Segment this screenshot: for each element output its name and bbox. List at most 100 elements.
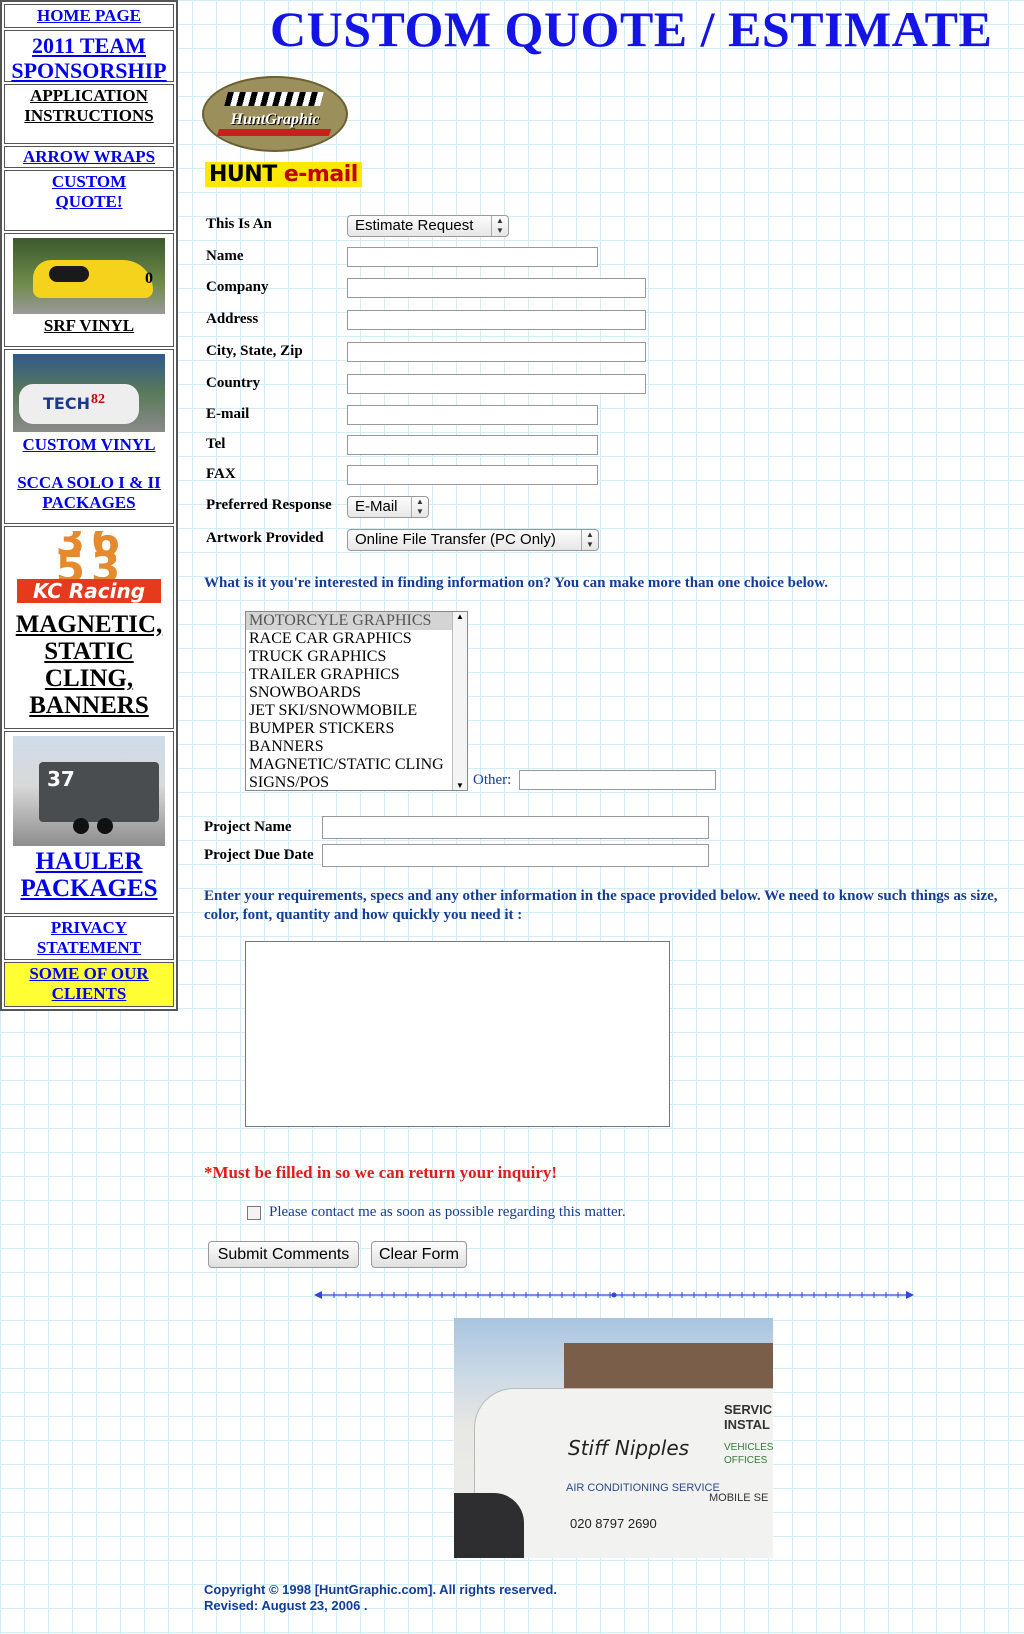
required-note: *Must be filled in so we can return your… xyxy=(204,1163,558,1182)
artwork-select[interactable]: Online File Transfer (PC Only) ▲ ▼ xyxy=(347,529,599,551)
car-cockpit xyxy=(49,266,89,282)
sidebar-item-clients[interactable]: SOME OF OUR CLIENTS xyxy=(4,962,174,1007)
artwork-label: Artwork Provided xyxy=(206,530,324,546)
car-sponsor-text: TECH xyxy=(43,394,90,413)
country-input[interactable] xyxy=(347,374,646,394)
sidebar-item-magnetic[interactable]: 36 53 KC Racing MAGNETIC, STATIC CLING, … xyxy=(4,526,174,729)
client-van-photo[interactable]: Stiff Nipples AIR CONDITIONING SERVICE 0… xyxy=(454,1318,773,1558)
sidebar-item-home[interactable]: HOME PAGE xyxy=(4,4,174,28)
request-type-select[interactable]: Estimate Request ▲ ▼ xyxy=(347,215,509,237)
project-due-label: Project Due Date xyxy=(204,847,314,863)
tel-input[interactable] xyxy=(347,435,598,455)
hauler-photo[interactable]: 37 xyxy=(13,736,165,846)
select-arrows-icon: ▲ ▼ xyxy=(411,497,428,517)
list-option[interactable]: BUMPER STICKERS xyxy=(246,720,467,738)
clear-form-button[interactable]: Clear Form xyxy=(371,1241,467,1268)
name-label: Name xyxy=(206,248,244,264)
requirements-instructions: Enter your requirements, specs and any o… xyxy=(204,888,998,923)
sidebar-item-sponsorship[interactable]: 2011 TEAM SPONSORSHIP xyxy=(4,30,174,83)
project-name-input[interactable] xyxy=(322,816,709,839)
scroll-up-icon[interactable]: ▲ xyxy=(453,612,467,621)
email-field-label: E-mail xyxy=(206,406,250,422)
van-side-text-2: VEHICLES OFFICES xyxy=(724,1442,773,1466)
custom-quote-link[interactable]: CUSTOM QUOTE! xyxy=(35,172,143,212)
list-option[interactable]: RACE CAR GRAPHICS xyxy=(246,630,467,648)
listbox-scrollbar[interactable]: ▲ ▼ xyxy=(452,612,467,790)
application-link[interactable]: APPLICATION INSTRUCTIONS xyxy=(5,86,173,126)
email-field[interactable] xyxy=(347,405,598,425)
srf-vinyl-link[interactable]: SRF VINYL xyxy=(5,316,173,336)
request-type-value: Estimate Request xyxy=(355,217,474,234)
contact-checkbox[interactable] xyxy=(247,1205,261,1220)
preferred-response-value: E-Mail xyxy=(355,498,398,515)
privacy-link[interactable]: PRIVACY STATEMENT xyxy=(25,918,153,958)
trailer-number: 37 xyxy=(47,767,75,791)
footer: Copyright © 1998 [HuntGraphic.com]. All … xyxy=(204,1582,557,1614)
country-label: Country xyxy=(206,375,261,391)
contact-me-row[interactable]: Please contact me as soon as possible re… xyxy=(247,1204,626,1221)
list-option[interactable]: TRAILER GRAPHICS xyxy=(246,666,467,684)
name-input[interactable] xyxy=(347,247,598,267)
clients-link[interactable]: SOME OF OUR CLIENTS xyxy=(25,964,153,1004)
sidebar-item-application[interactable]: APPLICATION INSTRUCTIONS xyxy=(4,84,174,144)
scca-link[interactable]: SCCA SOLO I & II PACKAGES xyxy=(5,473,173,513)
arrow-wraps-link[interactable]: ARROW WRAPS xyxy=(5,147,173,167)
hunt-email-link[interactable]: HUNT e-mail xyxy=(205,162,362,187)
van-side-text: SERVIC INSTAL xyxy=(724,1402,773,1432)
van-service-text: AIR CONDITIONING SERVICE xyxy=(566,1482,720,1494)
interest-listbox[interactable]: MOTORCYLE GRAPHICS RACE CAR GRAPHICS TRU… xyxy=(245,611,468,791)
sidebar-item-privacy[interactable]: PRIVACY STATEMENT xyxy=(4,916,174,960)
company-label: Company xyxy=(206,279,269,295)
city-label: City, State, Zip xyxy=(206,343,303,359)
wheel-icon xyxy=(73,818,89,834)
van-brand-text: Stiff Nipples xyxy=(568,1436,690,1460)
list-option[interactable]: JET SKI/SNOWMOBILE xyxy=(246,702,467,720)
sponsorship-link[interactable]: 2011 TEAM SPONSORSHIP xyxy=(5,33,173,83)
sidebar-item-custom-quote[interactable]: CUSTOM QUOTE! xyxy=(4,170,174,231)
list-option[interactable]: MAGNETIC/STATIC CLING xyxy=(246,756,467,774)
custom-vinyl-photo[interactable]: TECH 82 xyxy=(13,354,165,432)
fax-input[interactable] xyxy=(347,465,598,485)
submit-button[interactable]: Submit Comments xyxy=(208,1241,359,1268)
srf-car-photo[interactable]: 0 xyxy=(13,238,165,314)
sidebar-item-custom-vinyl[interactable]: TECH 82 CUSTOM VINYL SCCA SOLO I & II PA… xyxy=(4,349,174,524)
scroll-down-icon[interactable]: ▼ xyxy=(453,781,467,790)
select-arrows-icon: ▲ ▼ xyxy=(491,216,508,236)
sidebar-item-hauler[interactable]: 37 HAULER PACKAGES xyxy=(4,731,174,914)
city-input[interactable] xyxy=(347,342,646,362)
kc-racing-photo[interactable]: 36 53 KC Racing xyxy=(13,531,165,609)
email-label: e-mail xyxy=(283,162,358,187)
other-label: Other: xyxy=(473,772,512,788)
select-arrows-icon: ▲ ▼ xyxy=(581,530,598,550)
sidebar-item-arrow-wraps[interactable]: ARROW WRAPS xyxy=(4,146,174,168)
list-option[interactable]: SNOWBOARDS xyxy=(246,684,467,702)
custom-vinyl-link[interactable]: CUSTOM VINYL xyxy=(5,435,173,455)
magnetic-link[interactable]: MAGNETIC, STATIC CLING, BANNERS xyxy=(5,611,173,719)
project-due-input[interactable] xyxy=(322,844,709,867)
preferred-response-select[interactable]: E-Mail ▲ ▼ xyxy=(347,496,429,518)
car-mirror xyxy=(454,1493,524,1558)
hauler-link[interactable]: HAULER PACKAGES xyxy=(5,848,173,902)
list-option[interactable]: TRUCK GRAPHICS xyxy=(246,648,467,666)
preferred-response-label: Preferred Response xyxy=(206,497,332,513)
home-link[interactable]: HOME PAGE xyxy=(5,5,173,27)
list-option[interactable]: MOTORCYLE GRAPHICS xyxy=(246,612,467,630)
logo-swoosh xyxy=(216,129,332,136)
requirements-textarea[interactable] xyxy=(245,941,670,1127)
address-input[interactable] xyxy=(347,310,646,330)
logo-text: HuntGraphic xyxy=(230,111,320,128)
sidebar-nav: HOME PAGE 2011 TEAM SPONSORSHIP APPLICAT… xyxy=(0,0,178,1011)
tel-label: Tel xyxy=(206,436,226,452)
sidebar-item-srf-vinyl[interactable]: 0 SRF VINYL xyxy=(4,233,174,347)
contact-checkbox-label: Please contact me as soon as possible re… xyxy=(269,1204,626,1220)
list-option[interactable]: BANNERS xyxy=(246,738,467,756)
company-input[interactable] xyxy=(347,278,646,298)
checkered-flag-icon xyxy=(224,92,324,106)
fax-label: FAX xyxy=(206,466,236,482)
list-option[interactable]: SIGNS/POS xyxy=(246,774,467,790)
decorative-divider xyxy=(314,1291,914,1299)
project-name-label: Project Name xyxy=(204,819,292,835)
other-input[interactable] xyxy=(519,770,716,790)
huntgraphic-logo[interactable]: HuntGraphic xyxy=(202,76,348,152)
wheel-icon xyxy=(97,818,113,834)
